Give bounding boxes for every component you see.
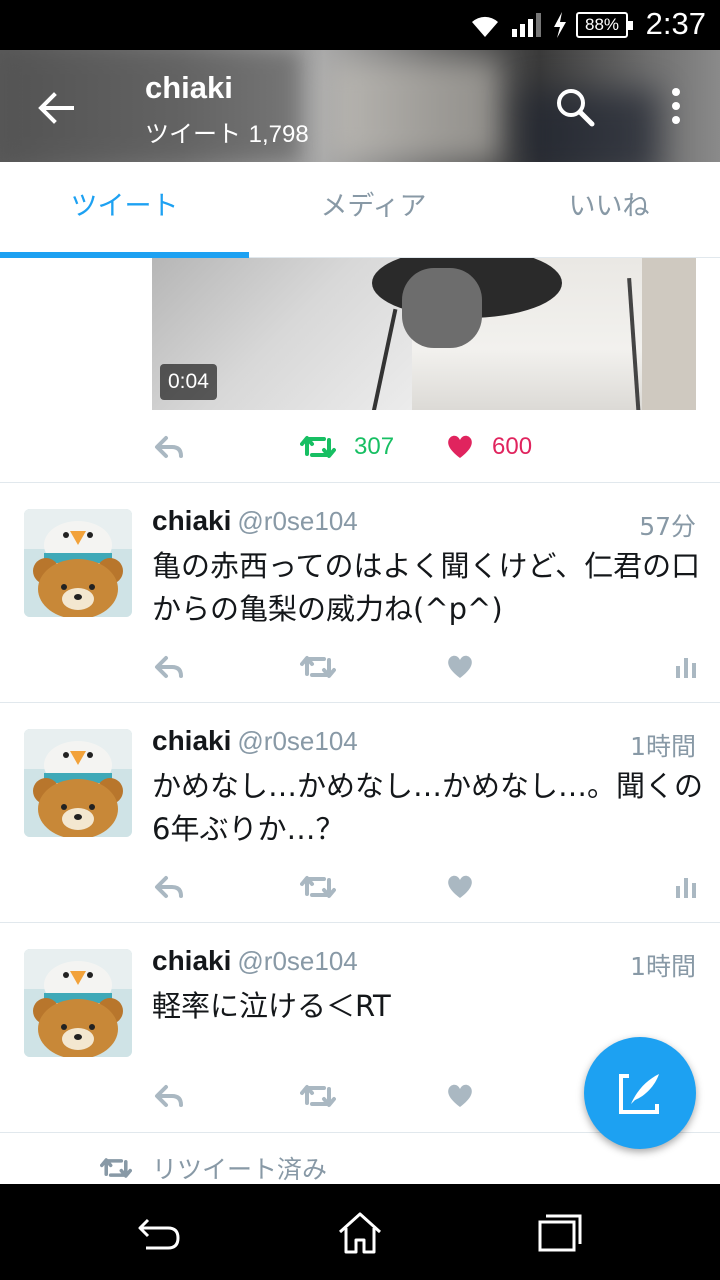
nav-recents-icon[interactable] <box>536 1208 584 1256</box>
profile-name: chiaki <box>145 70 233 105</box>
battery-icon: 88% <box>576 12 633 38</box>
avatar[interactable] <box>24 949 132 1057</box>
tweet-header: chiaki @r0se104 57分 <box>152 505 696 545</box>
author-name[interactable]: chiaki <box>152 505 231 536</box>
tweet-text: 軽率に泣ける＜RT <box>152 989 391 1023</box>
like-button[interactable]: 600 <box>446 422 532 472</box>
analytics-icon <box>676 658 696 678</box>
retweet-icon <box>300 1085 336 1107</box>
tweet-count-line: ツイート 1,798 <box>145 114 309 149</box>
compose-icon <box>619 1074 659 1114</box>
retweet-button[interactable] <box>300 1071 336 1121</box>
tweet-count-label: ツイート <box>145 120 241 148</box>
nav-back-icon[interactable] <box>134 1208 182 1256</box>
reply-icon <box>155 876 183 898</box>
search-icon[interactable] <box>552 84 598 130</box>
tab-media[interactable]: メディア <box>249 162 498 258</box>
reply-button[interactable] <box>154 422 184 472</box>
retweet-button[interactable] <box>300 642 336 692</box>
status-bar: 88% 2:37 <box>0 0 720 50</box>
retweeted-indicator: リツイート済み <box>100 1148 327 1188</box>
tab-tweets[interactable]: ツイート <box>0 162 249 258</box>
profile-header: chiaki ツイート 1,798 <box>0 50 720 162</box>
tweet-header: chiaki @r0se104 1時間 <box>152 945 696 985</box>
wifi-icon <box>472 16 498 37</box>
tweet-count: 1,798 <box>248 121 309 148</box>
retweet-icon <box>300 436 336 458</box>
nav-home-icon[interactable] <box>336 1208 384 1256</box>
avatar[interactable] <box>24 729 132 837</box>
reply-icon <box>155 656 183 678</box>
tab-likes[interactable]: いいね <box>498 162 720 258</box>
back-arrow-icon[interactable] <box>32 84 80 132</box>
video-thumbnail[interactable]: 0:04 <box>152 258 696 410</box>
tweet-actions <box>0 642 720 692</box>
retweet-icon <box>100 1158 132 1178</box>
retweet-button[interactable] <box>300 862 336 912</box>
charging-icon <box>554 12 566 38</box>
analytics-button[interactable] <box>674 862 698 912</box>
author-handle[interactable]: @r0se104 <box>237 506 357 536</box>
retweet-count: 307 <box>354 433 395 460</box>
like-button[interactable] <box>446 642 474 692</box>
system-navigation-bar <box>0 1184 720 1280</box>
tweet-text: 亀の赤西ってのはよく聞くけど、仁君の口からの亀梨の威力ね(^p^) <box>152 549 701 626</box>
retweet-icon <box>300 656 336 678</box>
more-options-icon[interactable] <box>662 84 690 130</box>
like-count: 600 <box>492 433 533 460</box>
author-name[interactable]: chiaki <box>152 945 231 976</box>
signal-icon <box>512 13 541 37</box>
tweet-actions <box>0 862 720 912</box>
retweet-button[interactable]: 307 <box>300 422 394 472</box>
tweet-actions: 307 600 <box>0 422 720 472</box>
like-button[interactable] <box>446 862 474 912</box>
retweet-icon <box>300 876 336 898</box>
reply-button[interactable] <box>154 642 184 692</box>
profile-tabs: ツイート メディア いいね <box>0 162 720 258</box>
reply-icon <box>155 436 183 458</box>
status-time: 2:37 <box>645 6 706 41</box>
reply-button[interactable] <box>154 862 184 912</box>
tweet-timestamp: 1時間 <box>630 732 696 761</box>
compose-tweet-button[interactable] <box>584 1037 696 1149</box>
analytics-icon <box>676 878 696 898</box>
like-button[interactable] <box>446 1071 474 1121</box>
author-handle[interactable]: @r0se104 <box>237 726 357 756</box>
tweet-timestamp: 1時間 <box>630 952 696 981</box>
heart-icon <box>448 875 472 898</box>
analytics-button[interactable] <box>674 642 698 692</box>
tweet-header: chiaki @r0se104 1時間 <box>152 725 696 765</box>
reply-icon <box>155 1085 183 1107</box>
avatar[interactable] <box>24 509 132 617</box>
author-name[interactable]: chiaki <box>152 725 231 756</box>
tweet-timestamp: 57分 <box>639 512 696 541</box>
heart-icon <box>448 655 472 678</box>
author-handle[interactable]: @r0se104 <box>237 946 357 976</box>
reply-button[interactable] <box>154 1071 184 1121</box>
status-icons: 88% <box>468 10 633 40</box>
video-duration: 0:04 <box>160 364 217 400</box>
tweet-text: かめなし…かめなし…かめなし…。聞くの6年ぶりか…？ <box>152 769 704 846</box>
screen: 88% 2:37 chiaki ツイート 1,798 ツイート メディア いいね <box>0 0 720 1280</box>
heart-icon <box>448 435 472 458</box>
heart-icon <box>448 1084 472 1107</box>
retweeted-label: リツイート済み <box>152 1155 328 1184</box>
